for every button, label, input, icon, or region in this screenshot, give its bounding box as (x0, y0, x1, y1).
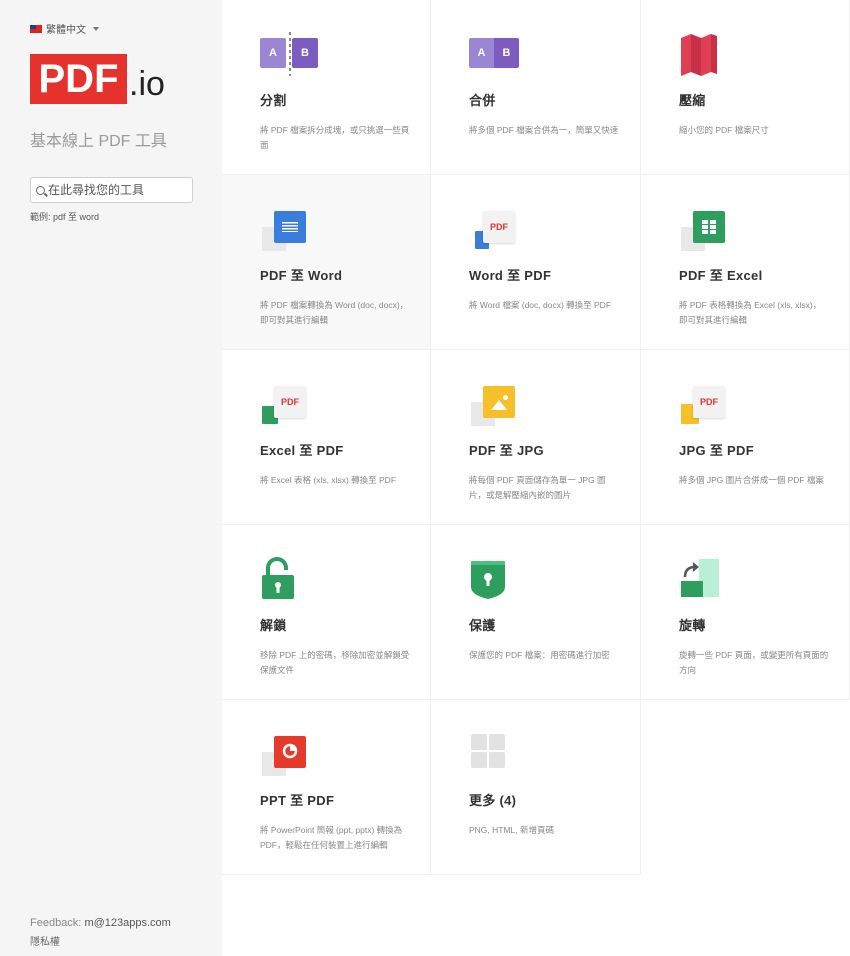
logo-brand: PDF (30, 54, 127, 104)
tool-title: 保護 (469, 618, 496, 633)
tool-desc: 將多個 JPG 圖片合併成一個 PDF 檔案 (679, 475, 824, 485)
tool-title: PDF 至 JPG (469, 443, 544, 458)
tool-title: PPT 至 PDF (260, 793, 335, 808)
tool-desc: 旋轉一些 PDF 頁面，或變更所有頁面的方向 (679, 650, 829, 675)
feedback-email[interactable]: m@123apps.com (84, 917, 170, 929)
tool-card-pdf-to-jpg[interactable]: PDF 至 JPG 將每個 PDF 頁面儲存為單一 JPG 圖片，或是解壓縮內嵌… (431, 350, 641, 525)
tagline: 基本線上 PDF 工具 (30, 133, 167, 150)
empty-cell (641, 700, 850, 875)
tool-card-jpg-to-pdf[interactable]: PDF JPG 至 PDF 將多個 JPG 圖片合併成一個 PDF 檔案 (641, 350, 850, 525)
rotate-shape (681, 559, 719, 597)
compress-shape (681, 34, 717, 76)
word-to-pdf-icon: PDF (469, 207, 517, 251)
tool-desc: 將每個 PDF 頁面儲存為單一 JPG 圖片，或是解壓縮內嵌的圖片 (469, 475, 606, 500)
logo-suffix: .io (129, 65, 165, 103)
tool-card-split[interactable]: A B 分割 將 PDF 檔案拆分成塊，或只挑選一些頁面 (222, 0, 431, 175)
ppt-to-pdf-icon (260, 732, 308, 776)
split-icon: A B (260, 32, 318, 76)
tool-title: 壓縮 (679, 93, 706, 108)
tool-desc: 將 PDF 表格轉換為 Excel (xls, xlsx)，即可對其進行編輯 (679, 300, 822, 325)
tool-desc: 將 Word 檔案 (doc, docx) 轉換至 PDF (469, 300, 612, 310)
tool-desc: 將 PDF 檔案拆分成塊，或只挑選一些頁面 (260, 125, 410, 150)
image-doc (483, 386, 515, 418)
pdf-doc: PDF (274, 386, 306, 418)
excel-to-pdf-icon: PDF (260, 382, 308, 426)
search-example: 範例: pdf 至 word (30, 212, 100, 222)
search-icon (36, 185, 45, 195)
tool-title: 旋轉 (679, 618, 706, 633)
split-a: A (260, 38, 286, 68)
rotate-icon (679, 557, 727, 601)
more-icon (469, 732, 517, 776)
tool-card-ppt-to-pdf[interactable]: PPT 至 PDF 將 PowerPoint 簡報 (ppt, pptx) 轉換… (222, 700, 431, 875)
tool-card-excel-to-pdf[interactable]: PDF Excel 至 PDF 將 Excel 表格 (xls, xlsx) 轉… (222, 350, 431, 525)
tool-card-pdf-to-word[interactable]: PDF 至 Word 將 PDF 檔案轉換為 Word (doc, docx)，… (222, 175, 431, 350)
split-dash (289, 32, 291, 76)
tool-card-word-to-pdf[interactable]: PDF Word 至 PDF 將 Word 檔案 (doc, docx) 轉換至… (431, 175, 641, 350)
feedback-label: Feedback: (30, 917, 82, 929)
split-b: B (292, 38, 318, 68)
search-input[interactable] (48, 183, 188, 197)
search-box[interactable] (30, 177, 193, 203)
sun-shape (503, 395, 508, 400)
ppt-doc (274, 736, 306, 768)
tool-desc: 縮小您的 PDF 檔案尺寸 (679, 125, 769, 135)
pdf-doc: PDF (693, 386, 725, 418)
feedback: Feedback: m@123apps.com (30, 917, 171, 929)
tool-card-rotate[interactable]: 旋轉 旋轉一些 PDF 頁面，或變更所有頁面的方向 (641, 525, 850, 700)
doc-lines (282, 222, 298, 232)
unlock-icon (260, 557, 308, 601)
tool-title: Word 至 PDF (469, 268, 552, 283)
tool-desc: 保護您的 PDF 檔案：用密碼進行加密 (469, 650, 610, 660)
language-label: 繁體中文 (46, 25, 86, 36)
tool-card-unlock[interactable]: 解鎖 移除 PDF 上的密碼，移除加密並解鎖受保護文件 (222, 525, 431, 700)
sidebar: 繁體中文 PDF .io 基本線上 PDF 工具 範例: pdf 至 word … (0, 0, 222, 956)
mountain-shape (491, 400, 507, 410)
pdf-to-word-icon (260, 207, 308, 251)
grid-shape (471, 734, 505, 768)
taiwan-flag-icon (30, 24, 42, 33)
unlock-shape (262, 557, 294, 599)
tool-desc: 將 PDF 檔案轉換為 Word (doc, docx)，即可對其進行編輯 (260, 300, 409, 325)
tool-title: PDF 至 Excel (679, 268, 763, 283)
tool-card-protect[interactable]: 保護 保護您的 PDF 檔案：用密碼進行加密 (431, 525, 641, 700)
tool-card-more[interactable]: 更多 (4) PNG, HTML, 新增頁碼 (431, 700, 641, 875)
tool-desc: 將多個 PDF 檔案合併為一，簡單又快速 (469, 125, 619, 135)
tool-title: Excel 至 PDF (260, 443, 344, 458)
tool-desc: 將 PowerPoint 簡報 (ppt, pptx) 轉換為 PDF，輕鬆在任… (260, 825, 403, 850)
word-doc (274, 211, 306, 243)
caret-down-icon (93, 26, 99, 31)
compress-icon (679, 32, 727, 76)
tool-title: 合併 (469, 93, 496, 108)
merge-icon: A B (469, 32, 519, 76)
logo[interactable]: PDF .io (30, 54, 165, 104)
privacy-link[interactable]: 隱私權 (30, 933, 60, 948)
pdf-to-excel-icon (679, 207, 727, 251)
tool-card-merge[interactable]: A B 合併 將多個 PDF 檔案合併為一，簡單又快速 (431, 0, 641, 175)
tool-desc: 移除 PDF 上的密碼，移除加密並解鎖受保護文件 (260, 650, 410, 675)
tool-title: JPG 至 PDF (679, 443, 754, 458)
tool-title: 解鎖 (260, 618, 287, 633)
pie-icon (282, 743, 298, 759)
tool-title: 更多 (4) (469, 793, 517, 808)
merge-b: B (494, 38, 519, 68)
excel-doc (693, 211, 725, 243)
tool-title: PDF 至 Word (260, 268, 343, 283)
tool-title: 分割 (260, 93, 287, 108)
tool-desc: 將 Excel 表格 (xls, xlsx) 轉換至 PDF (260, 475, 397, 485)
pdf-doc: PDF (483, 211, 515, 243)
merge-a: A (469, 38, 494, 68)
shield-shape (471, 561, 505, 599)
doc-cells (702, 220, 716, 234)
tools-grid: A B 分割 將 PDF 檔案拆分成塊，或只挑選一些頁面 A B 合併 將多個 … (222, 0, 850, 875)
tool-desc: PNG, HTML, 新增頁碼 (469, 825, 555, 835)
jpg-to-pdf-icon: PDF (679, 382, 727, 426)
protect-icon (469, 557, 517, 601)
language-selector[interactable]: 繁體中文 (30, 21, 99, 36)
pdf-to-jpg-icon (469, 382, 517, 426)
tool-card-pdf-to-excel[interactable]: PDF 至 Excel 將 PDF 表格轉換為 Excel (xls, xlsx… (641, 175, 850, 350)
tool-card-compress[interactable]: 壓縮 縮小您的 PDF 檔案尺寸 (641, 0, 850, 175)
